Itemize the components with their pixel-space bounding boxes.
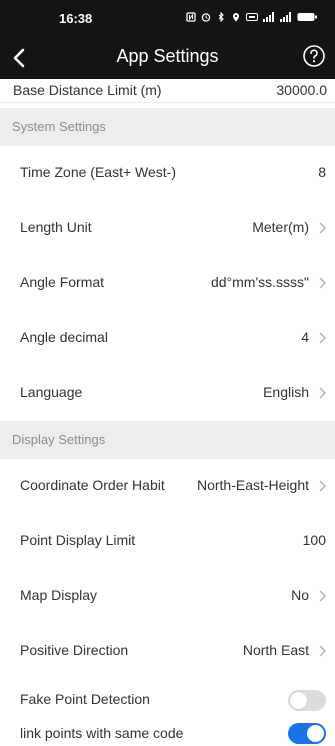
- app-header: 16:38 App Settings: [0, 0, 335, 79]
- display-settings-header: Display Settings: [0, 421, 335, 459]
- signal-icon-2: [280, 12, 291, 22]
- angle-decimal-value: 4: [301, 329, 309, 345]
- angle-decimal-row[interactable]: Angle decimal 4: [0, 311, 335, 367]
- status-icons: [186, 9, 317, 25]
- language-label: Language: [20, 384, 83, 400]
- fake-point-detection-row: Fake Point Detection: [0, 679, 335, 723]
- section-title: System Settings: [12, 119, 106, 134]
- time-zone-label: Time Zone (East+ West-): [20, 164, 176, 180]
- chevron-right-icon: [319, 645, 327, 657]
- fake-point-detection-label: Fake Point Detection: [20, 691, 150, 707]
- toggle-knob: [290, 692, 307, 709]
- base-distance-limit-label: Base Distance Limit (m): [13, 82, 162, 98]
- link-points-same-code-row: link points with same code: [0, 722, 335, 746]
- help-circle-icon[interactable]: [302, 44, 326, 68]
- status-time: 16:38: [59, 11, 93, 26]
- positive-direction-value: North East: [242, 642, 309, 658]
- language-row[interactable]: Language English: [0, 366, 335, 422]
- angle-decimal-label: Angle decimal: [20, 329, 108, 345]
- language-value: English: [263, 384, 309, 400]
- battery-icon: [297, 13, 317, 21]
- section-title: Display Settings: [12, 432, 106, 447]
- chevron-right-icon: [319, 222, 327, 234]
- fake-point-detection-toggle[interactable]: [288, 690, 326, 711]
- map-display-value: No: [291, 587, 309, 603]
- link-points-same-code-toggle[interactable]: [288, 723, 326, 744]
- status-bar: 16:38: [0, 0, 335, 38]
- page-title: App Settings: [116, 46, 219, 66]
- map-display-row[interactable]: Map Display No: [0, 569, 335, 625]
- chevron-right-icon: [319, 387, 327, 399]
- hd-icon: [246, 13, 258, 21]
- signal-icon: [263, 12, 274, 22]
- time-zone-value: 8: [318, 164, 326, 180]
- system-settings-header: System Settings: [0, 108, 335, 146]
- length-unit-row[interactable]: Length Unit Meter(m): [0, 201, 335, 257]
- point-display-limit-label: Point Display Limit: [20, 532, 136, 548]
- location-icon: [233, 13, 239, 22]
- base-distance-limit-value: 30000.0: [276, 82, 327, 98]
- alarm-icon: [201, 13, 211, 22]
- chevron-right-icon: [319, 277, 327, 289]
- map-display-label: Map Display: [20, 587, 98, 603]
- coordinate-order-row[interactable]: Coordinate Order Habit North-East-Height: [0, 459, 335, 515]
- title-row: App Settings: [0, 40, 335, 78]
- length-unit-label: Length Unit: [20, 219, 92, 235]
- nfc-icon: [186, 12, 196, 22]
- angle-format-value: dd°mm'ss.ssss": [210, 274, 309, 290]
- chevron-right-icon: [319, 590, 327, 602]
- link-points-same-code-label: link points with same code: [20, 725, 184, 741]
- toggle-knob: [307, 725, 324, 742]
- positive-direction-label: Positive Direction: [20, 642, 129, 658]
- positive-direction-row[interactable]: Positive Direction North East: [0, 624, 335, 680]
- time-zone-row[interactable]: Time Zone (East+ West-) 8: [0, 146, 335, 202]
- angle-format-row[interactable]: Angle Format dd°mm'ss.ssss": [0, 256, 335, 312]
- chevron-right-icon: [319, 480, 327, 492]
- point-display-limit-value: 100: [302, 532, 326, 548]
- bluetooth-icon: [218, 12, 224, 22]
- coordinate-order-value: North-East-Height: [196, 477, 309, 493]
- coordinate-order-label: Coordinate Order Habit: [20, 477, 165, 493]
- base-distance-limit-row[interactable]: Base Distance Limit (m) 30000.0: [0, 79, 335, 103]
- angle-format-label: Angle Format: [20, 274, 105, 290]
- length-unit-value: Meter(m): [252, 219, 309, 235]
- chevron-right-icon: [319, 332, 327, 344]
- point-display-limit-row[interactable]: Point Display Limit 100: [0, 514, 335, 570]
